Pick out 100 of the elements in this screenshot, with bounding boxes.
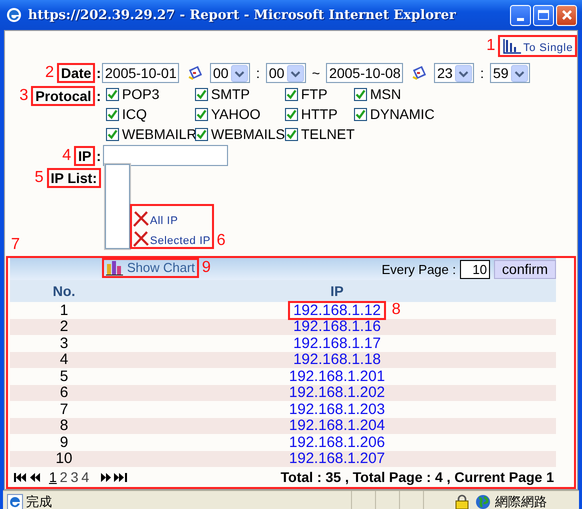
colon-text: : — [96, 148, 101, 164]
table-cell-text: 1 — [58, 302, 70, 319]
field-label: Every Page : — [382, 262, 456, 276]
page-link[interactable]: 1 — [48, 469, 58, 485]
summary-text: Total : 35 , Total Page : 4 , Current Page 1 — [280, 469, 554, 485]
close-button[interactable] — [556, 4, 577, 26]
confirm-button[interactable]: confirm — [494, 260, 556, 278]
page-size-field[interactable]: 10 — [460, 260, 490, 278]
checkbox-label: POP3 — [122, 86, 160, 102]
separator-text: : — [480, 65, 484, 81]
check-icon — [355, 88, 366, 100]
minimize-button[interactable] — [510, 4, 531, 26]
checkbox-label: WEBMAILR — [122, 126, 197, 142]
checkbox[interactable] — [195, 128, 208, 140]
cross-icon — [133, 211, 149, 227]
first-page-icon[interactable] — [14, 472, 27, 482]
checkbox[interactable] — [354, 88, 367, 100]
to-single-link[interactable]: To Single — [500, 37, 575, 55]
callout-number: 7 — [11, 237, 20, 253]
checkbox-label: SMTP — [211, 86, 250, 102]
checkbox[interactable] — [195, 88, 208, 100]
table-cell-text: 2 — [58, 318, 70, 336]
checkbox-label: HTTP — [301, 106, 338, 122]
table-cell-text: 10 — [54, 450, 74, 468]
callout-number: 4 — [62, 148, 72, 164]
ip-field[interactable] — [103, 145, 228, 166]
ip-link[interactable]: 192.168.1.203 — [286, 402, 388, 417]
browser-icon — [6, 7, 22, 23]
window-title: https://202.39.29.27 - Report - Microsoft Internet Explorer — [28, 8, 457, 22]
ip-list-box[interactable] — [105, 164, 130, 249]
checkbox[interactable] — [106, 88, 119, 100]
check-icon — [196, 128, 207, 140]
field-label: Date — [60, 65, 92, 81]
callout-number: 6 — [216, 233, 226, 249]
callout-number: 3 — [19, 88, 28, 104]
show-chart-link[interactable]: Show Chart — [104, 260, 197, 276]
next-page-icon[interactable] — [99, 472, 112, 482]
separator-text: ~ — [312, 65, 320, 81]
maximize-button[interactable] — [533, 4, 554, 26]
page-link[interactable]: 3 — [70, 469, 80, 485]
checkbox-label: TELNET — [301, 126, 355, 142]
zone-text: 網際網路 — [495, 493, 548, 509]
ip-link[interactable]: 192.168.1.204 — [286, 418, 388, 434]
check-icon — [286, 128, 297, 140]
separator-text: : — [256, 65, 260, 81]
callout-number: 5 — [34, 170, 44, 186]
bar-chart-icon — [502, 38, 522, 54]
check-icon — [286, 108, 297, 120]
colon-text: : — [96, 65, 101, 81]
checkbox-label: FTP — [301, 86, 328, 102]
ip-link[interactable]: 192.168.1.17 — [290, 336, 384, 351]
check-icon — [355, 108, 366, 120]
date-field[interactable]: 2005-10-08 — [326, 63, 404, 83]
checkbox[interactable] — [354, 108, 367, 120]
ip-link[interactable]: 192.168.1.16 — [290, 319, 384, 334]
check-icon — [196, 108, 207, 120]
cross-icon — [133, 231, 149, 247]
table-cell-text: 7 — [58, 400, 70, 418]
checkbox-label: DYNAMIC — [370, 106, 435, 122]
date-field[interactable]: 2005-10-01 — [102, 63, 179, 83]
time-dropdown[interactable]: 00 — [210, 63, 250, 83]
ip-link[interactable]: 192.168.1.12 — [290, 302, 384, 318]
field-label: IP — [77, 148, 92, 164]
checkbox-label: YAHOO — [211, 106, 261, 122]
last-page-icon[interactable] — [114, 472, 128, 482]
time-dropdown[interactable]: 59 — [490, 63, 530, 83]
ip-link[interactable]: 192.168.1.202 — [286, 385, 388, 400]
checkbox[interactable] — [195, 108, 208, 120]
check-icon — [286, 88, 297, 100]
checkbox[interactable] — [106, 108, 119, 120]
table-cell-text: 5 — [58, 368, 70, 385]
ip-link[interactable]: 192.168.1.207 — [286, 451, 388, 466]
table-cell-text: 6 — [58, 384, 70, 402]
page-link[interactable]: 4 — [80, 469, 90, 485]
ip-link[interactable]: 192.168.1.18 — [290, 352, 384, 368]
ip-link[interactable]: 192.168.1.201 — [286, 368, 388, 384]
globe-icon — [475, 494, 491, 509]
remove-link[interactable]: Selected IP — [133, 227, 211, 247]
ip-link[interactable]: 192.168.1.206 — [286, 434, 388, 450]
checkbox[interactable] — [285, 88, 298, 100]
close-icon — [560, 9, 572, 21]
callout-number: 1 — [486, 38, 496, 54]
field-label: IP List: — [50, 170, 98, 186]
checkbox[interactable] — [285, 128, 298, 140]
page-link[interactable]: 2 — [58, 469, 69, 485]
bar-chart-icon — [106, 260, 124, 276]
table-cell-text: 8 — [58, 417, 70, 434]
remove-link[interactable]: All IP — [133, 207, 211, 227]
checkbox[interactable] — [285, 108, 298, 120]
lock-icon — [455, 494, 469, 509]
check-icon — [107, 88, 118, 100]
time-dropdown[interactable]: 00 — [266, 63, 306, 83]
checkbox-label: ICQ — [122, 106, 147, 122]
check-icon — [196, 88, 207, 100]
table-cell-text: 4 — [58, 351, 70, 368]
previous-page-icon[interactable] — [29, 472, 42, 482]
field-label: Protocal — [34, 88, 92, 104]
time-dropdown[interactable]: 23 — [434, 63, 474, 83]
checkbox[interactable] — [106, 128, 119, 140]
check-icon — [107, 108, 118, 120]
